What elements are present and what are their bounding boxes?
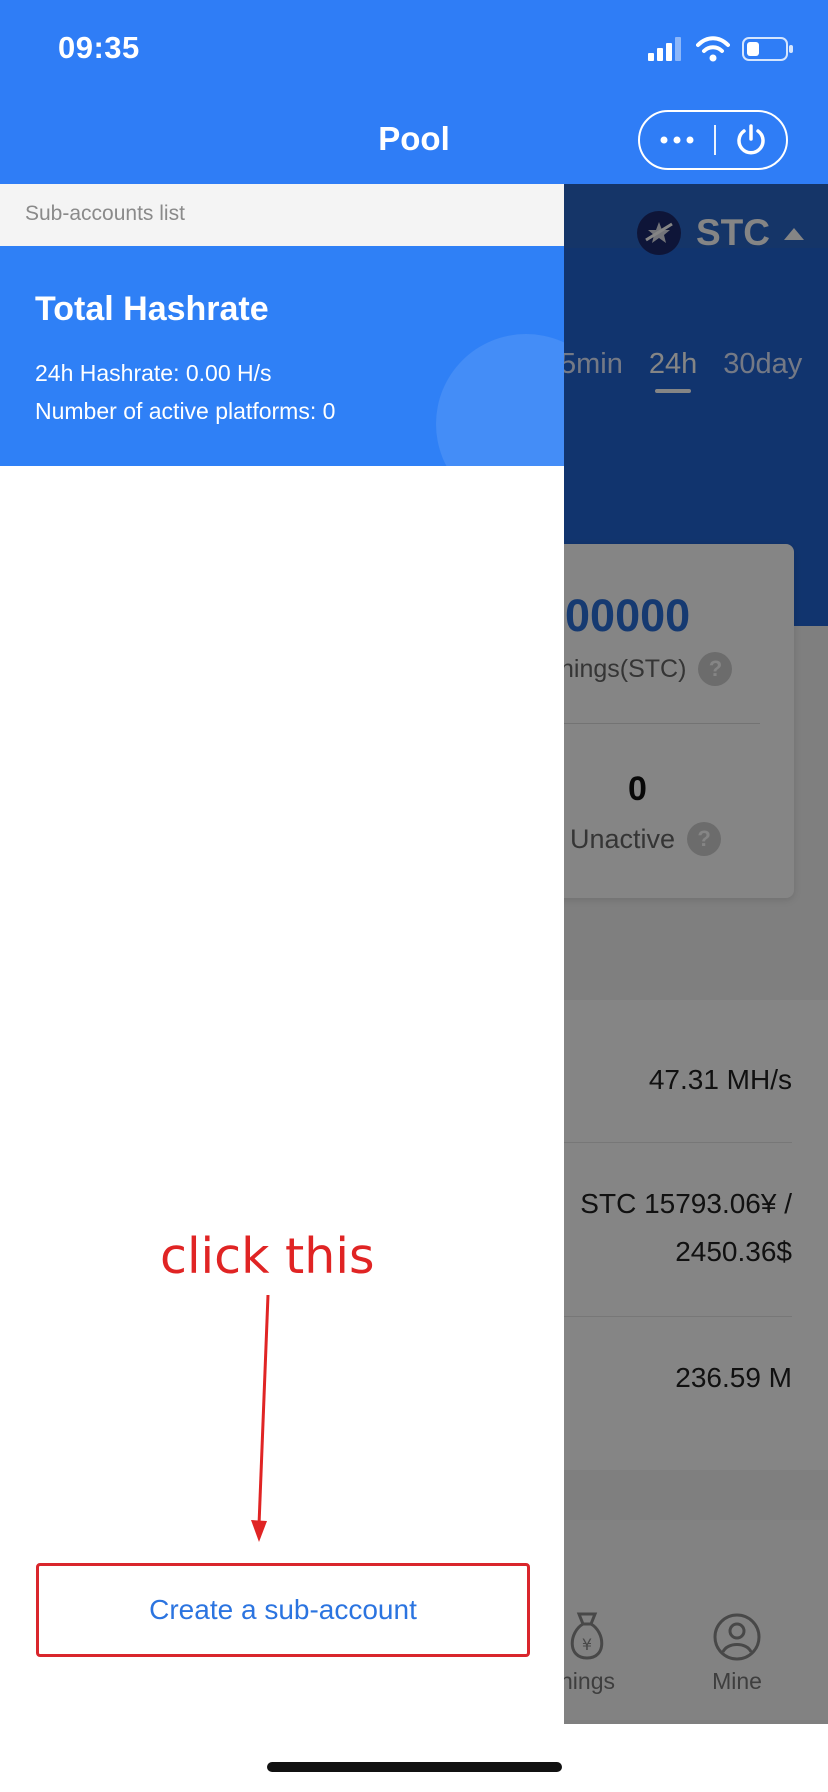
drawer-backdrop[interactable] bbox=[564, 184, 828, 1724]
battery-icon bbox=[742, 37, 793, 61]
drawer-header-label: Sub-accounts list bbox=[25, 202, 185, 225]
wifi-icon bbox=[696, 36, 730, 62]
sub-accounts-drawer: Sub-accounts list Total Hashrate 24h Has… bbox=[0, 184, 564, 1792]
top-bar: 09:35 Pool bbox=[0, 0, 828, 184]
total-hashrate-24h: 24h Hashrate: 0.00 H/s bbox=[35, 360, 272, 386]
close-button[interactable] bbox=[716, 112, 786, 168]
mini-program-capsule bbox=[638, 110, 788, 170]
power-icon bbox=[737, 124, 765, 155]
status-time: 09:35 bbox=[58, 30, 140, 65]
active-platforms-count: Number of active platforms: 0 bbox=[35, 398, 336, 424]
drawer-header: Sub-accounts list bbox=[0, 184, 564, 246]
create-sub-account-button[interactable]: Create a sub-account bbox=[36, 1563, 530, 1657]
status-icons bbox=[648, 34, 794, 64]
more-button[interactable] bbox=[640, 112, 714, 168]
total-hashrate-card[interactable]: Total Hashrate 24h Hashrate: 0.00 H/s Nu… bbox=[0, 246, 564, 466]
annotation-text: click this bbox=[160, 1228, 375, 1285]
ellipsis-icon bbox=[660, 136, 694, 144]
card-watermark-icon bbox=[436, 334, 564, 466]
screen: STC 5min 24h 30day 000000 nings(STC) ? 0… bbox=[0, 0, 828, 1792]
cellular-signal-icon bbox=[648, 37, 681, 61]
home-indicator[interactable] bbox=[267, 1762, 562, 1772]
total-hashrate-title: Total Hashrate bbox=[35, 290, 269, 328]
